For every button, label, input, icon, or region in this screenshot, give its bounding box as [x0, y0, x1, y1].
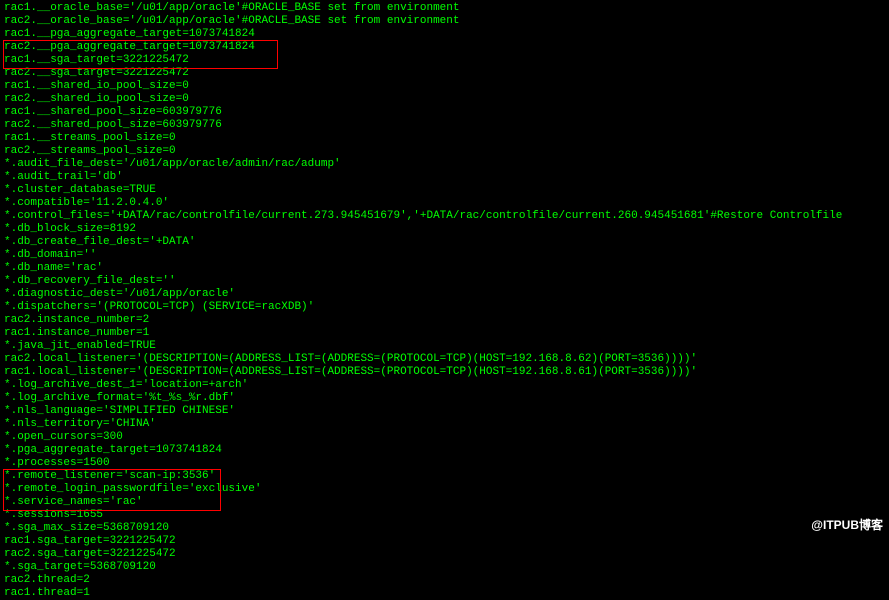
terminal-line: rac1.__shared_io_pool_size=0 [4, 80, 885, 93]
terminal-line: rac1.__sga_target=3221225472 [4, 54, 885, 67]
terminal-line: *.diagnostic_dest='/u01/app/oracle' [4, 288, 885, 301]
terminal-output: rac1.__oracle_base='/u01/app/oracle'#ORA… [4, 2, 885, 600]
terminal-line: *.db_create_file_dest='+DATA' [4, 236, 885, 249]
terminal-line: rac1.__pga_aggregate_target=1073741824 [4, 28, 885, 41]
terminal-line: rac2.local_listener='(DESCRIPTION=(ADDRE… [4, 353, 885, 366]
terminal-line: rac1.__shared_pool_size=603979776 [4, 106, 885, 119]
terminal-line: *.service_names='rac' [4, 496, 885, 509]
terminal-line: *.open_cursors=300 [4, 431, 885, 444]
terminal-line: *.cluster_database=TRUE [4, 184, 885, 197]
terminal-line: *.remote_listener='scan-ip:3536' [4, 470, 885, 483]
terminal-line: *.nls_language='SIMPLIFIED CHINESE' [4, 405, 885, 418]
terminal-line: *.sessions=1655 [4, 509, 885, 522]
terminal-line: *.db_recovery_file_dest='' [4, 275, 885, 288]
terminal-line: *.db_domain='' [4, 249, 885, 262]
terminal-line: *.audit_file_dest='/u01/app/oracle/admin… [4, 158, 885, 171]
terminal-line: *.sga_target=5368709120 [4, 561, 885, 574]
terminal-line: *.processes=1500 [4, 457, 885, 470]
terminal-line: rac2.__streams_pool_size=0 [4, 145, 885, 158]
terminal-line: *.audit_trail='db' [4, 171, 885, 184]
terminal-line: *.pga_aggregate_target=1073741824 [4, 444, 885, 457]
terminal-line: rac2.thread=2 [4, 574, 885, 587]
terminal-line: *.sga_max_size=5368709120 [4, 522, 885, 535]
terminal-line: rac2.sga_target=3221225472 [4, 548, 885, 561]
terminal-line: rac1.__oracle_base='/u01/app/oracle'#ORA… [4, 2, 885, 15]
terminal-line: rac2.__shared_pool_size=603979776 [4, 119, 885, 132]
terminal-line: rac2.__shared_io_pool_size=0 [4, 93, 885, 106]
terminal-line: *.log_archive_dest_1='location=+arch' [4, 379, 885, 392]
terminal-line: rac2.__oracle_base='/u01/app/oracle'#ORA… [4, 15, 885, 28]
terminal-line: *.db_block_size=8192 [4, 223, 885, 236]
terminal-line: *.control_files='+DATA/rac/controlfile/c… [4, 210, 885, 223]
watermark-label: @ITPUB博客 [811, 519, 883, 532]
terminal-line: rac1.__streams_pool_size=0 [4, 132, 885, 145]
terminal-line: rac2.__pga_aggregate_target=1073741824 [4, 41, 885, 54]
terminal-line: *.dispatchers='(PROTOCOL=TCP) (SERVICE=r… [4, 301, 885, 314]
terminal-line: *.nls_territory='CHINA' [4, 418, 885, 431]
terminal-line: rac2.instance_number=2 [4, 314, 885, 327]
terminal-line: rac1.thread=1 [4, 587, 885, 600]
terminal-line: *.db_name='rac' [4, 262, 885, 275]
terminal-line: rac1.sga_target=3221225472 [4, 535, 885, 548]
terminal-line: *.java_jit_enabled=TRUE [4, 340, 885, 353]
terminal-line: rac2.__sga_target=3221225472 [4, 67, 885, 80]
terminal-line: *.log_archive_format='%t_%s_%r.dbf' [4, 392, 885, 405]
terminal-line: *.compatible='11.2.0.4.0' [4, 197, 885, 210]
terminal-line: rac1.local_listener='(DESCRIPTION=(ADDRE… [4, 366, 885, 379]
terminal-line: rac1.instance_number=1 [4, 327, 885, 340]
terminal-line: *.remote_login_passwordfile='exclusive' [4, 483, 885, 496]
